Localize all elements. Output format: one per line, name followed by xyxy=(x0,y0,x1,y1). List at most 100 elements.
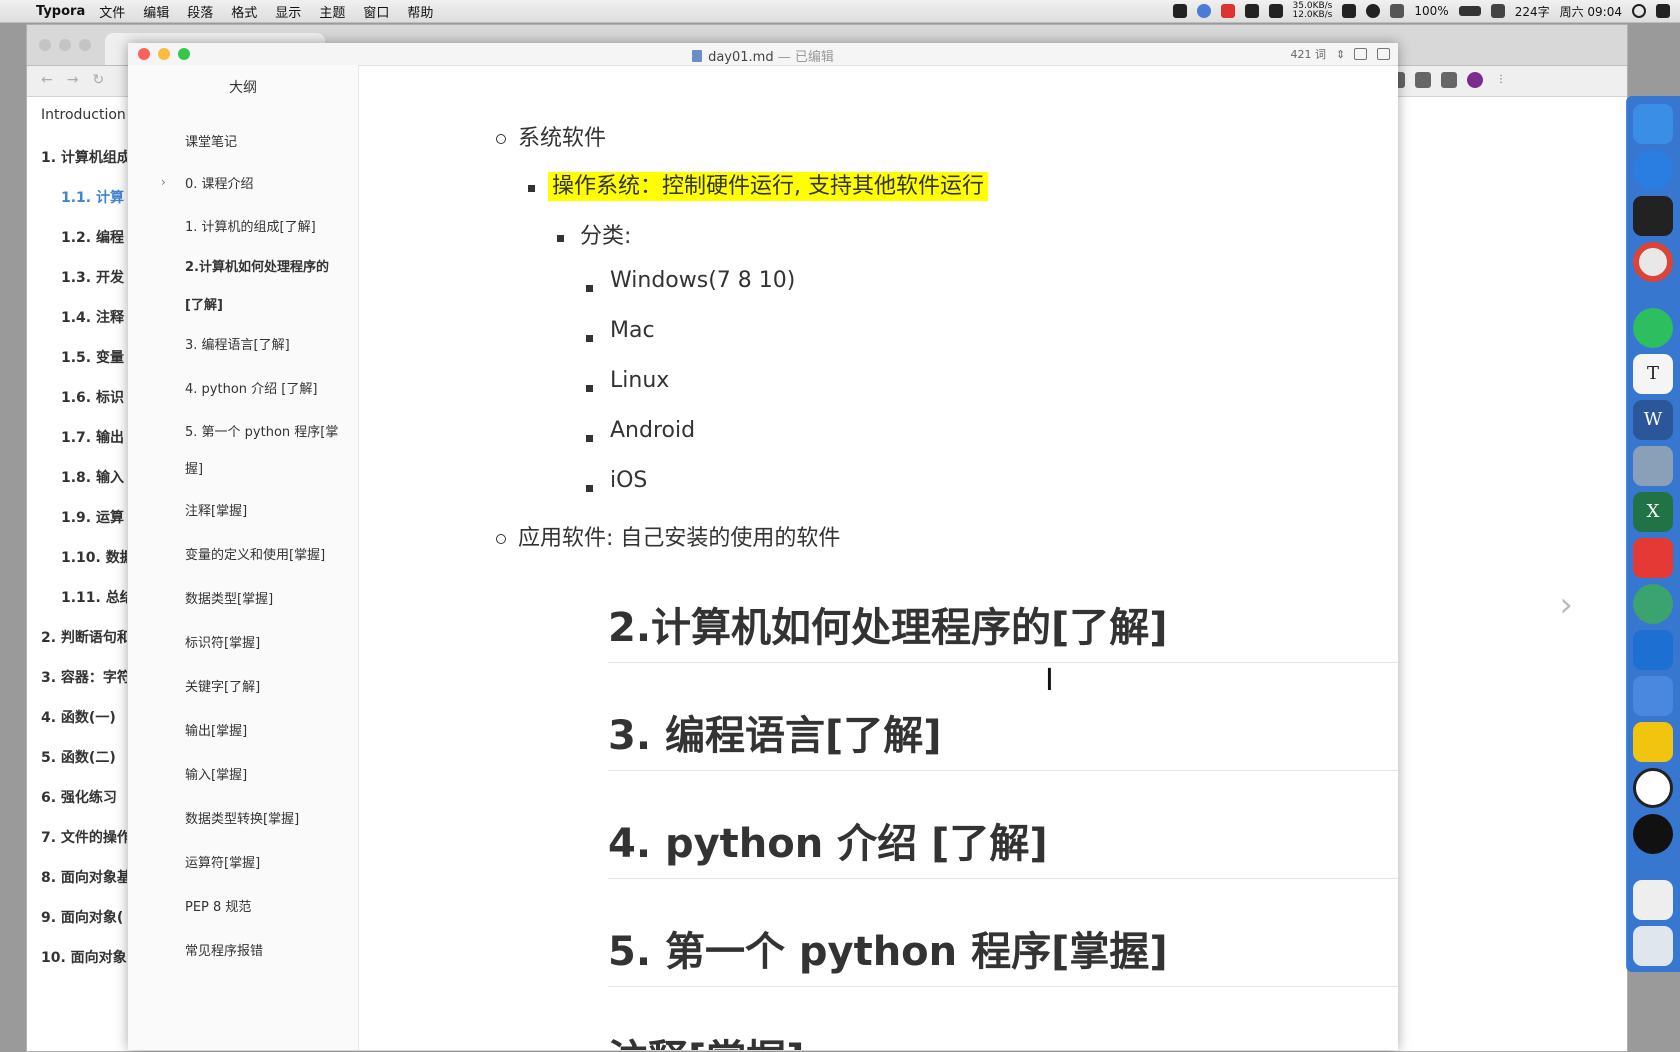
outline-item-active[interactable]: 2.计算机如何处理程序的 xyxy=(185,249,345,287)
pause-status-icon[interactable] xyxy=(1196,4,1211,18)
menu-edit[interactable]: 编辑 xyxy=(143,2,169,21)
list-item-system-software[interactable]: 系统软件 xyxy=(518,120,606,152)
screen-window-icon[interactable] xyxy=(1633,880,1673,920)
outline-item[interactable]: 课堂笔记 xyxy=(185,124,345,162)
outline-item[interactable]: 注释[掌握] xyxy=(185,493,345,531)
outline-item[interactable]: 4. python 介绍 [了解] xyxy=(185,371,345,409)
toc-item[interactable]: 4. 函数(一) xyxy=(41,707,116,727)
toc-item-active[interactable]: 1.1. 计算 xyxy=(61,187,124,207)
toc-item[interactable]: 1.3. 开发 xyxy=(61,267,124,287)
outline-item[interactable]: 输出[掌握] xyxy=(185,713,345,751)
screenshot-status-icon[interactable] xyxy=(1244,4,1259,18)
toc-item[interactable]: 6. 强化练习 xyxy=(41,787,117,807)
toc-item[interactable]: 1.7. 输出 xyxy=(61,427,124,447)
safari-icon[interactable] xyxy=(1633,150,1673,190)
outline-item[interactable]: 数据类型转换[掌握] xyxy=(185,801,345,839)
excel-icon[interactable]: X xyxy=(1633,492,1673,532)
obs-status-icon[interactable] xyxy=(1172,4,1187,18)
outline-item[interactable]: 关键字[了解] xyxy=(185,669,345,707)
word-count-status[interactable]: 224字 xyxy=(1515,3,1550,20)
editor-content[interactable]: 系统软件 操作系统：控制硬件运行, 支持其他软件运行 分类: Windows(7… xyxy=(358,65,1398,1050)
word-count-button[interactable]: 421 词 xyxy=(1291,46,1327,62)
outline-item[interactable]: 1. 计算机的组成[了解] xyxy=(185,209,345,247)
extension-puzzle-icon[interactable] xyxy=(1441,72,1457,88)
battery-icon[interactable] xyxy=(1458,6,1481,16)
preview-icon[interactable] xyxy=(1633,446,1673,486)
evernote-icon[interactable] xyxy=(1633,308,1673,348)
snail-app-icon[interactable] xyxy=(1633,768,1673,808)
trash-icon[interactable] xyxy=(1633,926,1673,966)
heading-3[interactable]: 3. 编程语言[了解] xyxy=(608,703,942,761)
browser-menu-icon[interactable]: ⋮ xyxy=(1493,72,1509,88)
browser-nav-buttons[interactable]: ←→↻ xyxy=(41,72,118,88)
sidebar-toggle-icon[interactable] xyxy=(1377,48,1390,60)
evernote-status-icon[interactable] xyxy=(1342,4,1357,18)
toc-item[interactable]: 2. 判断语句和 xyxy=(41,627,127,647)
toc-item[interactable]: 10. 面向对象 xyxy=(41,947,127,967)
outline-item-cont[interactable]: 握] xyxy=(185,451,345,489)
heading-5[interactable]: 5. 第一个 python 程序[掌握] xyxy=(608,919,1168,977)
browser-zoom-button[interactable] xyxy=(79,39,91,51)
outline-item[interactable]: PEP 8 规范 xyxy=(185,889,345,927)
chevron-right-icon[interactable]: › xyxy=(161,175,166,189)
toc-item[interactable]: 1. 计算机组成 xyxy=(41,147,127,167)
toc-item[interactable]: 7. 文件的操作 xyxy=(41,827,127,847)
notification-center-icon[interactable] xyxy=(1656,4,1670,18)
toc-item[interactable]: 1.10. 数据 xyxy=(61,547,127,567)
toc-item[interactable]: 8. 面向对象基 xyxy=(41,867,127,887)
toc-item[interactable]: 5. 函数(二) xyxy=(41,747,116,767)
browser-minimize-button[interactable] xyxy=(59,39,71,51)
toc-item[interactable]: 1.4. 注释 xyxy=(61,307,124,327)
m-status-icon[interactable] xyxy=(1366,4,1381,18)
menu-file[interactable]: 文件 xyxy=(99,2,125,21)
toc-item[interactable]: 1.2. 编程 xyxy=(61,227,124,247)
browser-close-button[interactable] xyxy=(39,39,51,51)
menu-theme[interactable]: 主题 xyxy=(319,2,345,21)
toc-item[interactable]: 9. 面向对象( xyxy=(41,907,123,927)
toc-item[interactable]: 1.5. 变量 xyxy=(61,347,124,367)
outline-item[interactable]: 0. 课程介绍 xyxy=(185,166,345,204)
toc-item[interactable]: 3. 容器：字符 xyxy=(41,667,127,687)
folder-icon[interactable] xyxy=(1633,722,1673,762)
word-count-chevron-icon[interactable]: ⇕ xyxy=(1336,48,1345,61)
outline-item[interactable]: 3. 编程语言[了解] xyxy=(185,327,345,365)
outline-item[interactable]: 5. 第一个 python 程序[掌 xyxy=(185,414,345,452)
toc-item[interactable]: 1.11. 总结 xyxy=(61,587,127,607)
outline-item[interactable]: 输入[掌握] xyxy=(185,757,345,795)
typora-icon[interactable]: T xyxy=(1633,354,1673,394)
atom-icon[interactable] xyxy=(1633,584,1673,624)
outline-item[interactable]: 运算符[掌握] xyxy=(185,845,345,883)
monitor-status-icon[interactable] xyxy=(1268,4,1283,18)
input-method-icon[interactable] xyxy=(1490,4,1505,18)
clock[interactable]: 周六 09:04 xyxy=(1560,3,1622,20)
outline-item[interactable]: 变量的定义和使用[掌握] xyxy=(185,537,345,575)
battery-level[interactable]: 100% xyxy=(1414,4,1448,18)
toc-item[interactable]: 1.8. 输入 xyxy=(61,467,124,487)
heading-comments[interactable]: 注释[掌握] xyxy=(608,1027,805,1050)
outline-toggle-icon[interactable] xyxy=(1354,48,1367,60)
heading-2[interactable]: 2.计算机如何处理程序的[了解] xyxy=(608,595,1168,653)
obs-icon[interactable] xyxy=(1633,814,1673,854)
app-icon[interactable] xyxy=(1633,676,1673,716)
outline-item[interactable]: 常见程序报错 xyxy=(185,933,345,971)
chrome-icon[interactable] xyxy=(1633,242,1673,282)
outline-item[interactable]: 数据类型[掌握] xyxy=(185,581,345,619)
finder-icon[interactable] xyxy=(1633,104,1673,144)
heading-4[interactable]: 4. python 介绍 [了解] xyxy=(608,811,1048,869)
menu-paragraph[interactable]: 段落 xyxy=(187,2,213,21)
next-page-arrow[interactable]: › xyxy=(1559,585,1573,625)
remote-desktop-icon[interactable] xyxy=(1633,630,1673,670)
wifi-icon[interactable] xyxy=(1390,4,1405,18)
app-menu[interactable]: Typora xyxy=(36,4,85,19)
toc-item[interactable]: 1.6. 标识 xyxy=(61,387,124,407)
profile-avatar-icon[interactable] xyxy=(1467,72,1483,88)
menu-view[interactable]: 显示 xyxy=(275,2,301,21)
record-status-icon[interactable] xyxy=(1220,4,1235,18)
spotlight-search-icon[interactable] xyxy=(1632,4,1646,18)
menu-window[interactable]: 窗口 xyxy=(363,2,389,21)
red-app-icon[interactable] xyxy=(1633,538,1673,578)
toc-item[interactable]: Introduction xyxy=(41,107,126,123)
outline-item[interactable]: 标识符[掌握] xyxy=(185,625,345,663)
terminal-icon[interactable] xyxy=(1633,196,1673,236)
word-icon[interactable]: W xyxy=(1633,400,1673,440)
